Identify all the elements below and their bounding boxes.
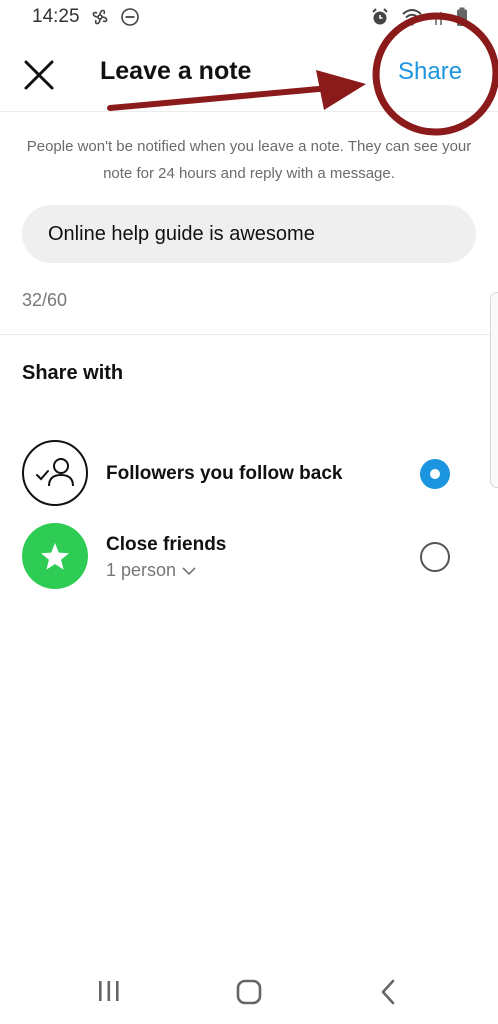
wifi-icon: [402, 8, 422, 26]
status-bar: 14:25: [0, 0, 498, 34]
alarm-icon: [370, 7, 390, 27]
option-label: Followers you follow back: [106, 463, 343, 484]
note-input-value: Online help guide is awesome: [48, 222, 315, 245]
notice-text: People won't be notified when you leave …: [26, 138, 472, 182]
radio-unselected[interactable]: [420, 542, 450, 572]
option-followers-back[interactable]: Followers you follow back: [0, 440, 498, 512]
home-icon[interactable]: [235, 978, 263, 1011]
share-button[interactable]: Share: [398, 58, 462, 86]
share-with-title: Share with: [22, 362, 124, 384]
battery-icon: [456, 7, 468, 27]
followers-icon: [22, 440, 88, 506]
status-time: 14:25: [32, 6, 80, 27]
chevron-down-icon: [182, 566, 196, 575]
option-close-friends[interactable]: Close friends 1 person: [0, 523, 498, 595]
close-button[interactable]: [20, 56, 58, 94]
note-input[interactable]: Online help guide is awesome: [22, 205, 476, 263]
radio-selected[interactable]: [420, 459, 450, 489]
section-divider: [0, 334, 498, 335]
close-icon: [24, 60, 54, 90]
option-label: Close friends: [106, 534, 227, 555]
close-friends-count-text: 1 person: [106, 560, 177, 580]
signal-icon: [434, 8, 444, 26]
close-friends-count[interactable]: 1 person: [106, 560, 196, 581]
header: Leave a note Share: [0, 40, 498, 112]
header-divider: [0, 111, 498, 112]
page-title: Leave a note: [100, 57, 252, 85]
recent-apps-icon[interactable]: [96, 978, 122, 1009]
do-not-disturb-icon: [120, 7, 140, 27]
system-nav-bar: [0, 962, 498, 1024]
character-counter: 32/60: [22, 290, 68, 310]
edge-panel-handle[interactable]: [490, 292, 498, 488]
star-icon: [22, 523, 88, 589]
back-icon[interactable]: [378, 978, 398, 1011]
pinwheel-icon: [90, 7, 110, 27]
